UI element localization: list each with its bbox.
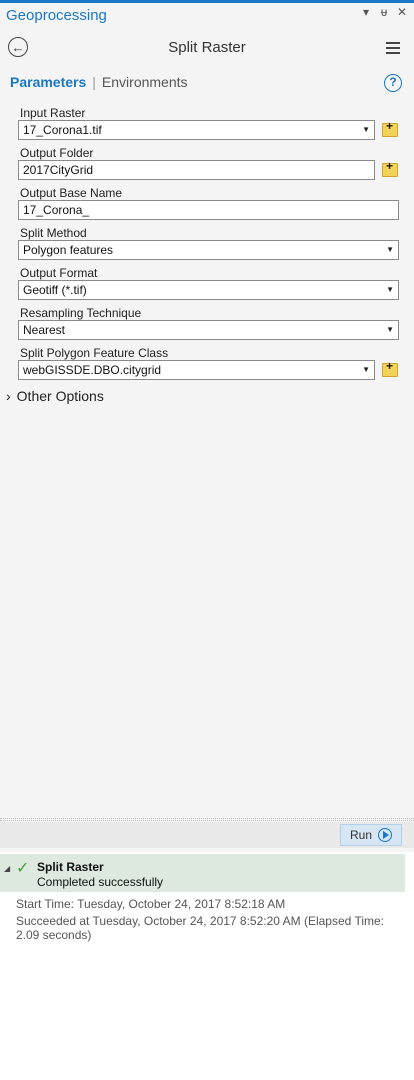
tab-separator: | [92,74,96,90]
tab-parameters[interactable]: Parameters [10,74,86,90]
window-titlebar: Geoprocessing ▾ ᵾ ✕ [0,3,414,27]
split-method-label: Split Method [20,226,87,240]
output-folder-input[interactable]: 2017CityGrid [18,160,375,180]
chevron-down-icon: ▼ [386,325,394,334]
panel-divider [0,818,414,821]
other-options-toggle[interactable]: › Other Options [6,388,104,404]
hamburger-menu-icon[interactable] [386,42,400,54]
output-folder-value: 2017CityGrid [23,163,94,177]
folder-add-icon[interactable] [382,359,398,377]
split-polygon-label: Split Polygon Feature Class [20,346,169,360]
output-base-name-input[interactable]: 17_Corona_ [18,200,399,220]
run-button[interactable]: Run [340,824,402,846]
close-icon[interactable]: ✕ [396,5,408,19]
help-icon[interactable]: ? [384,74,402,92]
tool-header: ← Split Raster [0,34,414,62]
dropdown-icon[interactable]: ▾ [360,5,372,19]
folder-add-icon[interactable] [382,119,398,137]
output-folder-label: Output Folder [20,146,94,160]
input-raster-select[interactable]: 17_Corona1.tif ▼ [18,120,375,140]
pin-icon[interactable]: ᵾ [378,5,390,19]
output-format-value: Geotiff (*.tif) [23,283,87,297]
window-title: Geoprocessing [6,6,107,24]
other-options-label: Other Options [16,388,104,404]
resampling-value: Nearest [23,323,66,337]
result-header[interactable]: ◢ ✓ Split Raster Completed successfully [0,854,405,892]
resampling-select[interactable]: Nearest ▼ [18,320,399,340]
checkmark-icon: ✓ [16,860,30,877]
play-icon [378,828,392,842]
split-method-select[interactable]: Polygon features ▼ [18,240,399,260]
tab-environments[interactable]: Environments [102,74,188,90]
split-method-value: Polygon features [23,243,114,257]
chevron-down-icon: ▼ [362,125,370,134]
split-polygon-value: webGISSDE.DBO.citygrid [23,363,162,377]
output-format-select[interactable]: Geotiff (*.tif) ▼ [18,280,399,300]
result-start-time: Start Time: Tuesday, October 24, 2017 8:… [16,897,286,911]
result-tool-name: Split Raster [37,860,104,874]
chevron-down-icon: ▼ [386,285,394,294]
resampling-label: Resampling Technique [20,306,142,320]
output-base-name-label: Output Base Name [20,186,123,200]
tab-bar: Parameters | Environments [10,74,188,90]
input-raster-value: 17_Corona1.tif [23,123,102,137]
folder-add-icon[interactable] [382,159,398,177]
output-base-name-value: 17_Corona_ [23,203,90,217]
chevron-right-icon: › [6,388,11,404]
run-label: Run [349,828,372,842]
result-succeeded: Succeeded at Tuesday, October 24, 2017 8… [16,914,385,942]
run-bar: Run [0,822,414,848]
result-status: Completed successfully [37,875,164,889]
split-polygon-select[interactable]: webGISSDE.DBO.citygrid ▼ [18,360,375,380]
window-controls: ▾ ᵾ ✕ [360,5,408,19]
collapse-triangle-icon[interactable]: ◢ [4,864,10,873]
chevron-down-icon: ▼ [362,365,370,374]
output-format-label: Output Format [20,266,98,280]
chevron-down-icon: ▼ [386,245,394,254]
results-panel: ◢ ✓ Split Raster Completed successfully … [0,852,414,1080]
tool-title: Split Raster [168,39,246,56]
input-raster-label: Input Raster [20,106,86,120]
